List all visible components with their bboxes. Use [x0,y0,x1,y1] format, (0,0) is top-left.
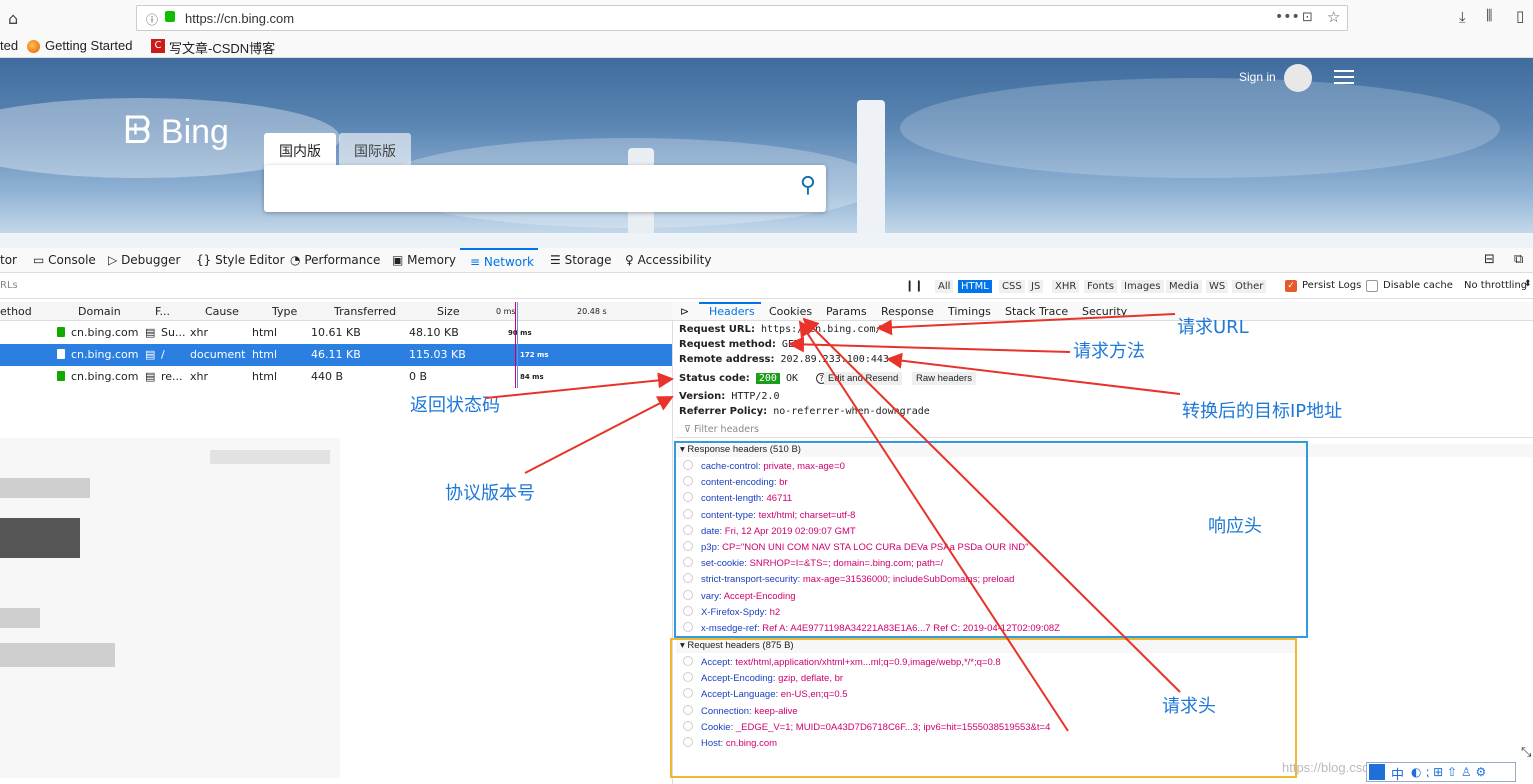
ime-language[interactable]: 中 [1391,764,1404,783]
arrow-request-url [876,313,1176,336]
ime-icons[interactable]: ◐ ⁏ ⊞ ⇧ ♙ ⚙ [1411,765,1486,779]
resize-handle-icon[interactable]: ⤡ [1521,745,1531,760]
arrow-protocol-version [524,396,674,474]
ime-logo-icon[interactable] [1369,764,1385,780]
arrow-status-code [485,372,674,399]
ime-toolbar: 中 ◐ ⁏ ⊞ ⇧ ♙ ⚙ [1366,762,1516,783]
arrow-cookies-a [802,317,1181,693]
arrow-cookies-b [798,320,1069,732]
arrow-target-ip [886,352,1181,395]
annotation-arrows [485,313,1181,732]
